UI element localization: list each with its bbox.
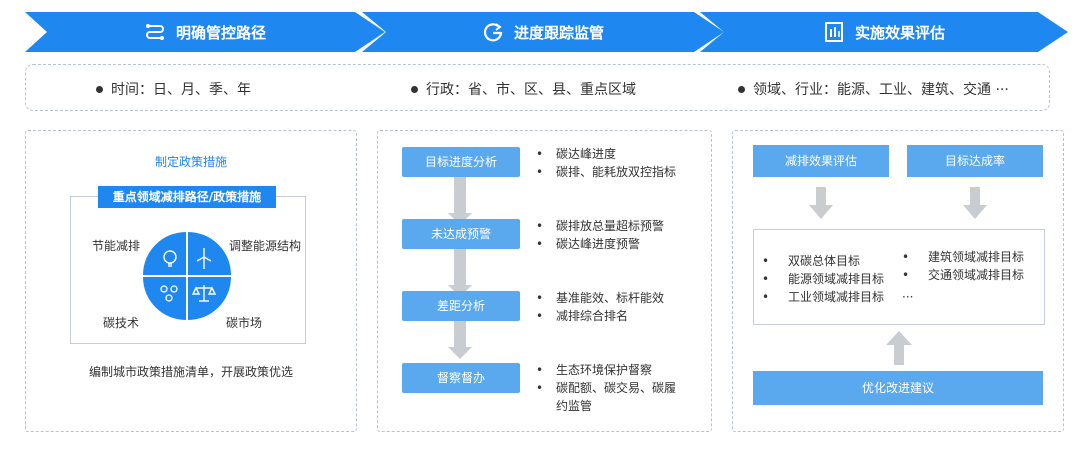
bullet-item: 碳达峰进度 [536,145,706,163]
step-warning: 未达成预警 [402,219,520,249]
panel-tracking: 目标进度分析 未达成预警 差距分析 督察督办 碳达峰进度 碳排、能耗放双控指标 … [377,130,712,432]
panel-title: 制定政策措施 [154,155,227,169]
bullet-item: 基准能效、标杆能效 [536,289,706,307]
step-gap-analysis: 差距分析 [402,291,520,321]
step-supervision: 督察督办 [402,363,520,393]
banner-label: 进度跟踪监管 [513,23,604,42]
banner-step-tracking: 进度跟踪监管 [362,12,724,52]
step-bullets: 生态环境保护督察 碳配额、碳交易、碳履约监管 [536,361,686,415]
dimension-strip: 时间：日、月、季、年 行政：省、市、区、县、重点区域 领域、行业：能源、工业、建… [25,64,1050,111]
bullet-item: 碳排、能耗放双控指标 [536,163,706,181]
target-item: 建筑领域减排目标 [902,248,1024,266]
arrow-down-icon [963,187,987,219]
dimension-time: 时间：日、月、季、年 [96,79,251,99]
dimension-sector: 领域、行业：能源、工业、建筑、交通 ··· [738,79,1009,99]
refresh-g-icon [483,23,503,42]
connector-arrow [454,249,466,289]
route-icon [145,24,164,40]
banner-step-path: 明确管控路径 [25,12,385,52]
bullet-item: 碳达峰进度预警 [536,235,706,253]
target-item: 能源领域减排目标 [762,270,884,288]
panel-evaluation: 减排效果评估 目标达成率 双碳总体目标 能源领域减排目标 工业领域减排目标 建筑… [732,130,1064,432]
panel-policy: 制定政策措施 重点领域减排路径/政策措施 节能减排 调整能源结构 碳技术 碳市场… [25,130,357,432]
arrow-down-icon [448,347,472,359]
target-item: 工业领域减排目标 [762,288,884,306]
policy-banner: 重点领域减排路径/政策措施 [98,186,276,208]
bullet-item: 碳排放总量超标预警 [536,217,706,235]
banner-label: 明确管控路径 [175,23,266,42]
target-list: 双碳总体目标 能源领域减排目标 工业领域减排目标 建筑领域减排目标 交通领域减排… [753,229,1045,325]
step-progress-analysis: 目标进度分析 [402,147,520,177]
bullet-item: 碳配额、碳交易、碳履约监管 [536,379,686,415]
target-item: 交通领域减排目标 [902,266,1024,284]
document-chart-icon [824,22,843,42]
step-bullets: 基准能效、标杆能效 减排综合排名 [536,289,706,325]
target-column-left: 双碳总体目标 能源领域减排目标 工业领域减排目标 [762,252,884,306]
arrow-up-icon [886,331,912,365]
policy-description: 编制城市政策措施清单，开展政策优选 [88,365,293,379]
connector-arrow [454,177,466,217]
quadrant-label-energy-saving: 节能减排 [92,239,141,253]
bullet-item: 生态环境保护督察 [536,361,686,379]
step-bullets: 碳排放总量超标预警 碳达峰进度预警 [536,217,706,253]
reduction-effect-box: 减排效果评估 [753,145,889,177]
target-item: 双碳总体目标 [762,252,884,270]
quadrant-circle [143,232,231,320]
banner-step-evaluation: 实施效果评估 [700,12,1068,52]
optimization-suggestion-box: 优化改进建议 [753,371,1043,405]
quadrant-label-energy-structure: 调整能源结构 [229,239,302,253]
target-column-right: 建筑领域减排目标 交通领域减排目标 [902,248,1024,284]
step-bullets: 碳达峰进度 碳排、能耗放双控指标 [536,145,706,181]
dimension-admin: 行政：省、市、区、县、重点区域 [411,79,636,99]
arrow-down-icon [809,187,833,219]
target-achievement-box: 目标达成率 [907,145,1043,177]
quadrant-label-carbon-tech: 碳技术 [103,316,140,330]
bullet-item: 减排综合排名 [536,307,706,325]
banner-label: 实施效果评估 [854,23,945,42]
target-more: ··· [902,290,914,304]
